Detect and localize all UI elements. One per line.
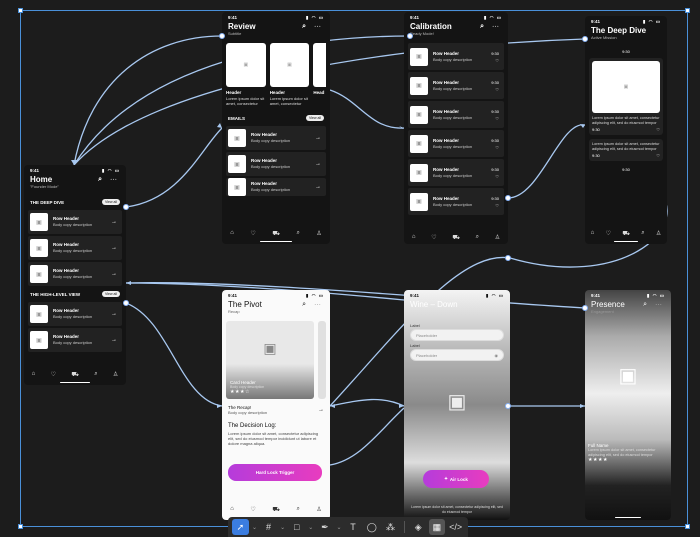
chevron-down-icon[interactable]: ⌄ [279,519,286,535]
chevron-down-icon[interactable]: ⌄ [307,519,314,535]
selection-box [20,10,688,527]
resize-handle[interactable] [685,524,690,529]
toolbar-divider [403,521,405,533]
pen-tool-icon[interactable]: ✒ [317,519,334,535]
shape-tool-icon[interactable]: □ [288,519,305,535]
dev-mode-tool-icon[interactable]: ◈ [410,519,427,535]
resize-handle[interactable] [18,8,23,13]
resize-handle[interactable] [685,8,690,13]
resize-handle[interactable] [18,524,23,529]
bottom-toolbar: ➚ ⌄ # ⌄ □ ⌄ ✒ ⌄ T ◯ ⁂ ◈ ▦ </> [228,517,468,537]
text-tool-icon[interactable]: T [345,519,362,535]
components-tool-icon[interactable]: ⁂ [382,519,399,535]
chevron-down-icon[interactable]: ⌄ [251,519,258,535]
frame-tool-icon[interactable]: # [260,519,277,535]
move-tool-icon[interactable]: ➚ [232,519,249,535]
prototype-tool-icon[interactable]: ▦ [428,519,446,535]
chevron-down-icon[interactable]: ⌄ [335,519,342,535]
comment-tool-icon[interactable]: ◯ [363,519,380,535]
code-tool-icon[interactable]: </> [447,519,464,535]
